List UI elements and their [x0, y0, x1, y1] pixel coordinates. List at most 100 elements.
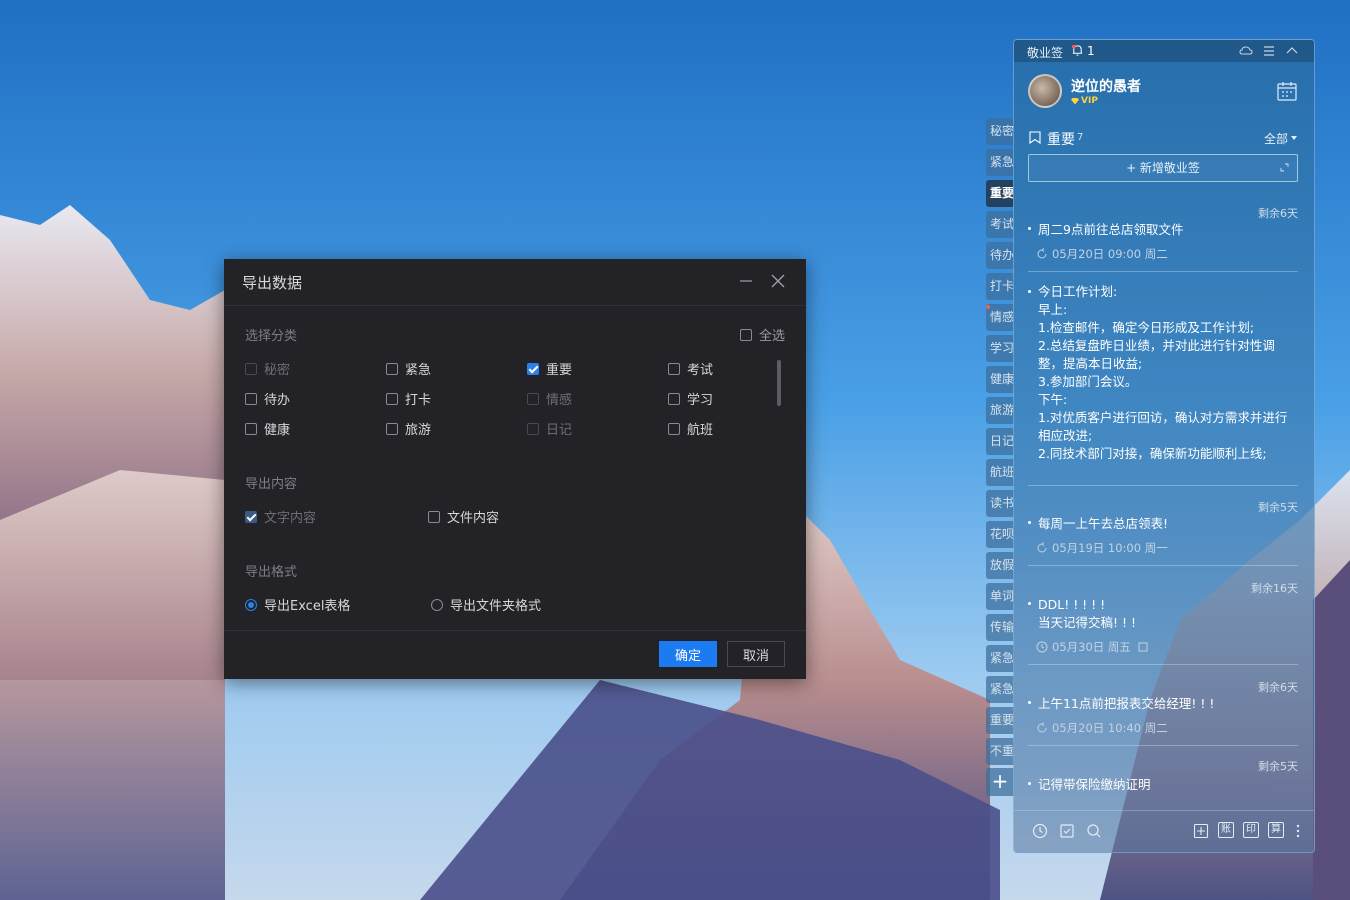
category-checkbox-box[interactable] [386, 392, 398, 405]
avatar[interactable] [1028, 74, 1062, 108]
category-checkbox[interactable]: 旅游 [386, 419, 431, 438]
repeat-icon [1037, 542, 1047, 553]
folder-format-radio-dot[interactable] [431, 598, 443, 611]
side-tab[interactable]: 花呗 [986, 521, 1014, 548]
cancel-button[interactable]: 取消 [727, 641, 785, 667]
category-checkbox-box[interactable] [245, 422, 257, 435]
side-tab[interactable]: 待办 [986, 242, 1014, 269]
unread-dot [986, 305, 990, 309]
side-tab[interactable]: 打卡 [986, 273, 1014, 300]
side-tab[interactable]: 传输 [986, 614, 1014, 641]
new-note-button[interactable]: + 新增敬业签 [1028, 154, 1298, 182]
panel-bottom-toolbar: 账 印 算 [1014, 810, 1314, 852]
side-tab[interactable]: 不重 [986, 738, 1014, 765]
category-checkbox-label: 考试 [687, 363, 714, 378]
side-tab[interactable]: 紧急 [986, 676, 1014, 703]
note-bullet [1028, 602, 1031, 605]
add-icon[interactable] [1193, 823, 1209, 839]
vip-badge: VIP [1071, 96, 1098, 106]
close-icon[interactable] [770, 273, 786, 289]
checklist-icon[interactable] [1059, 823, 1075, 839]
side-tab[interactable]: 放假 [986, 552, 1014, 579]
side-tab[interactable]: 学习 [986, 335, 1014, 362]
content-section-label: 导出内容 [245, 477, 298, 492]
side-tab[interactable]: 读书 [986, 490, 1014, 517]
side-tab[interactable]: 健康 [986, 366, 1014, 393]
select-all-checkbox[interactable]: 全选 [740, 325, 785, 344]
category-checkbox[interactable]: 考试 [668, 359, 713, 378]
folder-format-radio[interactable]: 导出文件夹格式 [431, 595, 541, 614]
side-tab[interactable]: 航班 [986, 459, 1014, 486]
category-checkbox-box[interactable] [386, 422, 398, 435]
collapse-chevron-up-icon[interactable] [1285, 44, 1299, 58]
side-tab[interactable]: 考试 [986, 211, 1014, 238]
category-count: 7 [1077, 132, 1084, 143]
category-checkbox-label: 航班 [687, 423, 714, 438]
side-tab[interactable]: 重要 [986, 180, 1014, 207]
category-checkbox-label: 重要 [546, 363, 573, 378]
note-remaining-days: 剩余16天 [1251, 582, 1298, 595]
side-tab[interactable]: 旅游 [986, 397, 1014, 424]
category-checkbox[interactable]: 学习 [668, 389, 713, 408]
clock-icon[interactable] [1032, 823, 1048, 839]
menu-icon[interactable] [1262, 44, 1276, 58]
excel-format-radio-dot[interactable] [245, 598, 257, 611]
note-bullet [1028, 227, 1031, 230]
category-checkbox[interactable]: 健康 [245, 419, 290, 438]
note-meta: 05月20日 09:00 周二 [1036, 246, 1168, 262]
category-checkbox-box[interactable] [668, 392, 680, 405]
select-all-box[interactable] [740, 328, 752, 341]
category-checkbox-box[interactable] [527, 362, 539, 375]
category-checkbox[interactable]: 航班 [668, 419, 713, 438]
note-remaining-days: 剩余6天 [1258, 207, 1298, 220]
dialog-title: 导出数据 [242, 273, 303, 292]
side-tab[interactable]: 秘密 [986, 118, 1014, 145]
category-checkbox-box[interactable] [245, 392, 257, 405]
note-item-long[interactable]: 今日工作计划: 早上: 1.检查邮件，确定今日形成及工作计划; 2.总结复盘昨日… [1014, 280, 1314, 470]
category-checkbox-box[interactable] [386, 362, 398, 375]
category-checkbox[interactable]: 重要 [527, 359, 572, 378]
search-icon[interactable] [1086, 823, 1102, 839]
category-checkbox-box[interactable] [668, 422, 680, 435]
more-vertical-icon[interactable] [1290, 823, 1306, 839]
category-checkbox[interactable]: 紧急 [386, 359, 431, 378]
side-tab[interactable]: 重要 [986, 707, 1014, 734]
text-content-checkbox[interactable]: 文字内容 [245, 507, 316, 526]
category-checkbox[interactable]: 打卡 [386, 389, 431, 408]
text-content-box[interactable] [245, 510, 257, 523]
side-tab[interactable]: 紧急 [986, 149, 1014, 176]
note-bullet [1028, 701, 1031, 704]
print-button[interactable]: 印 [1243, 822, 1259, 838]
note-text: 周二9点前往总店领取文件 [1038, 222, 1184, 237]
calendar-icon[interactable] [1276, 80, 1298, 102]
note-time: 05月20日 09:00 周二 [1052, 247, 1168, 261]
category-checkbox-box[interactable] [668, 362, 680, 375]
minimize-icon[interactable] [738, 273, 754, 289]
excel-format-radio[interactable]: 导出Excel表格 [245, 595, 350, 614]
cloud-sync-icon[interactable] [1239, 44, 1253, 58]
category-checkbox-label: 日记 [546, 423, 573, 438]
account-button[interactable]: 账 [1218, 822, 1234, 838]
category-checkbox[interactable]: 待办 [245, 389, 290, 408]
file-content-box[interactable] [428, 510, 440, 523]
side-tab[interactable]: 紧急 [986, 645, 1014, 672]
calculate-button[interactable]: 算 [1268, 822, 1284, 838]
user-name: 逆位的愚者 [1071, 79, 1141, 95]
add-category-button[interactable]: + [986, 768, 1014, 796]
category-checkbox-label: 情感 [546, 393, 573, 408]
confirm-button[interactable]: 确定 [659, 641, 717, 667]
note-divider [1028, 271, 1298, 272]
side-tab[interactable]: 单词 [986, 583, 1014, 610]
category-checkbox-box [527, 392, 539, 405]
filter-dropdown[interactable]: 全部 [1264, 130, 1298, 147]
file-content-checkbox[interactable]: 文件内容 [428, 507, 499, 526]
side-tab[interactable]: 情感 [986, 304, 1014, 331]
expand-icon[interactable] [1280, 163, 1289, 172]
bell-icon[interactable] [1071, 44, 1084, 57]
dialog-footer-divider [224, 630, 806, 631]
category-scrollbar[interactable] [777, 360, 781, 406]
category-checkbox: 情感 [527, 389, 572, 408]
notes-panel: 敬业签 1 逆位的愚者 VIP 重要 7 全部 + 新增敬业签 剩余6天 周二9… [1013, 39, 1315, 853]
side-tab[interactable]: 日记 [986, 428, 1014, 455]
category-checkbox: 日记 [527, 419, 572, 438]
